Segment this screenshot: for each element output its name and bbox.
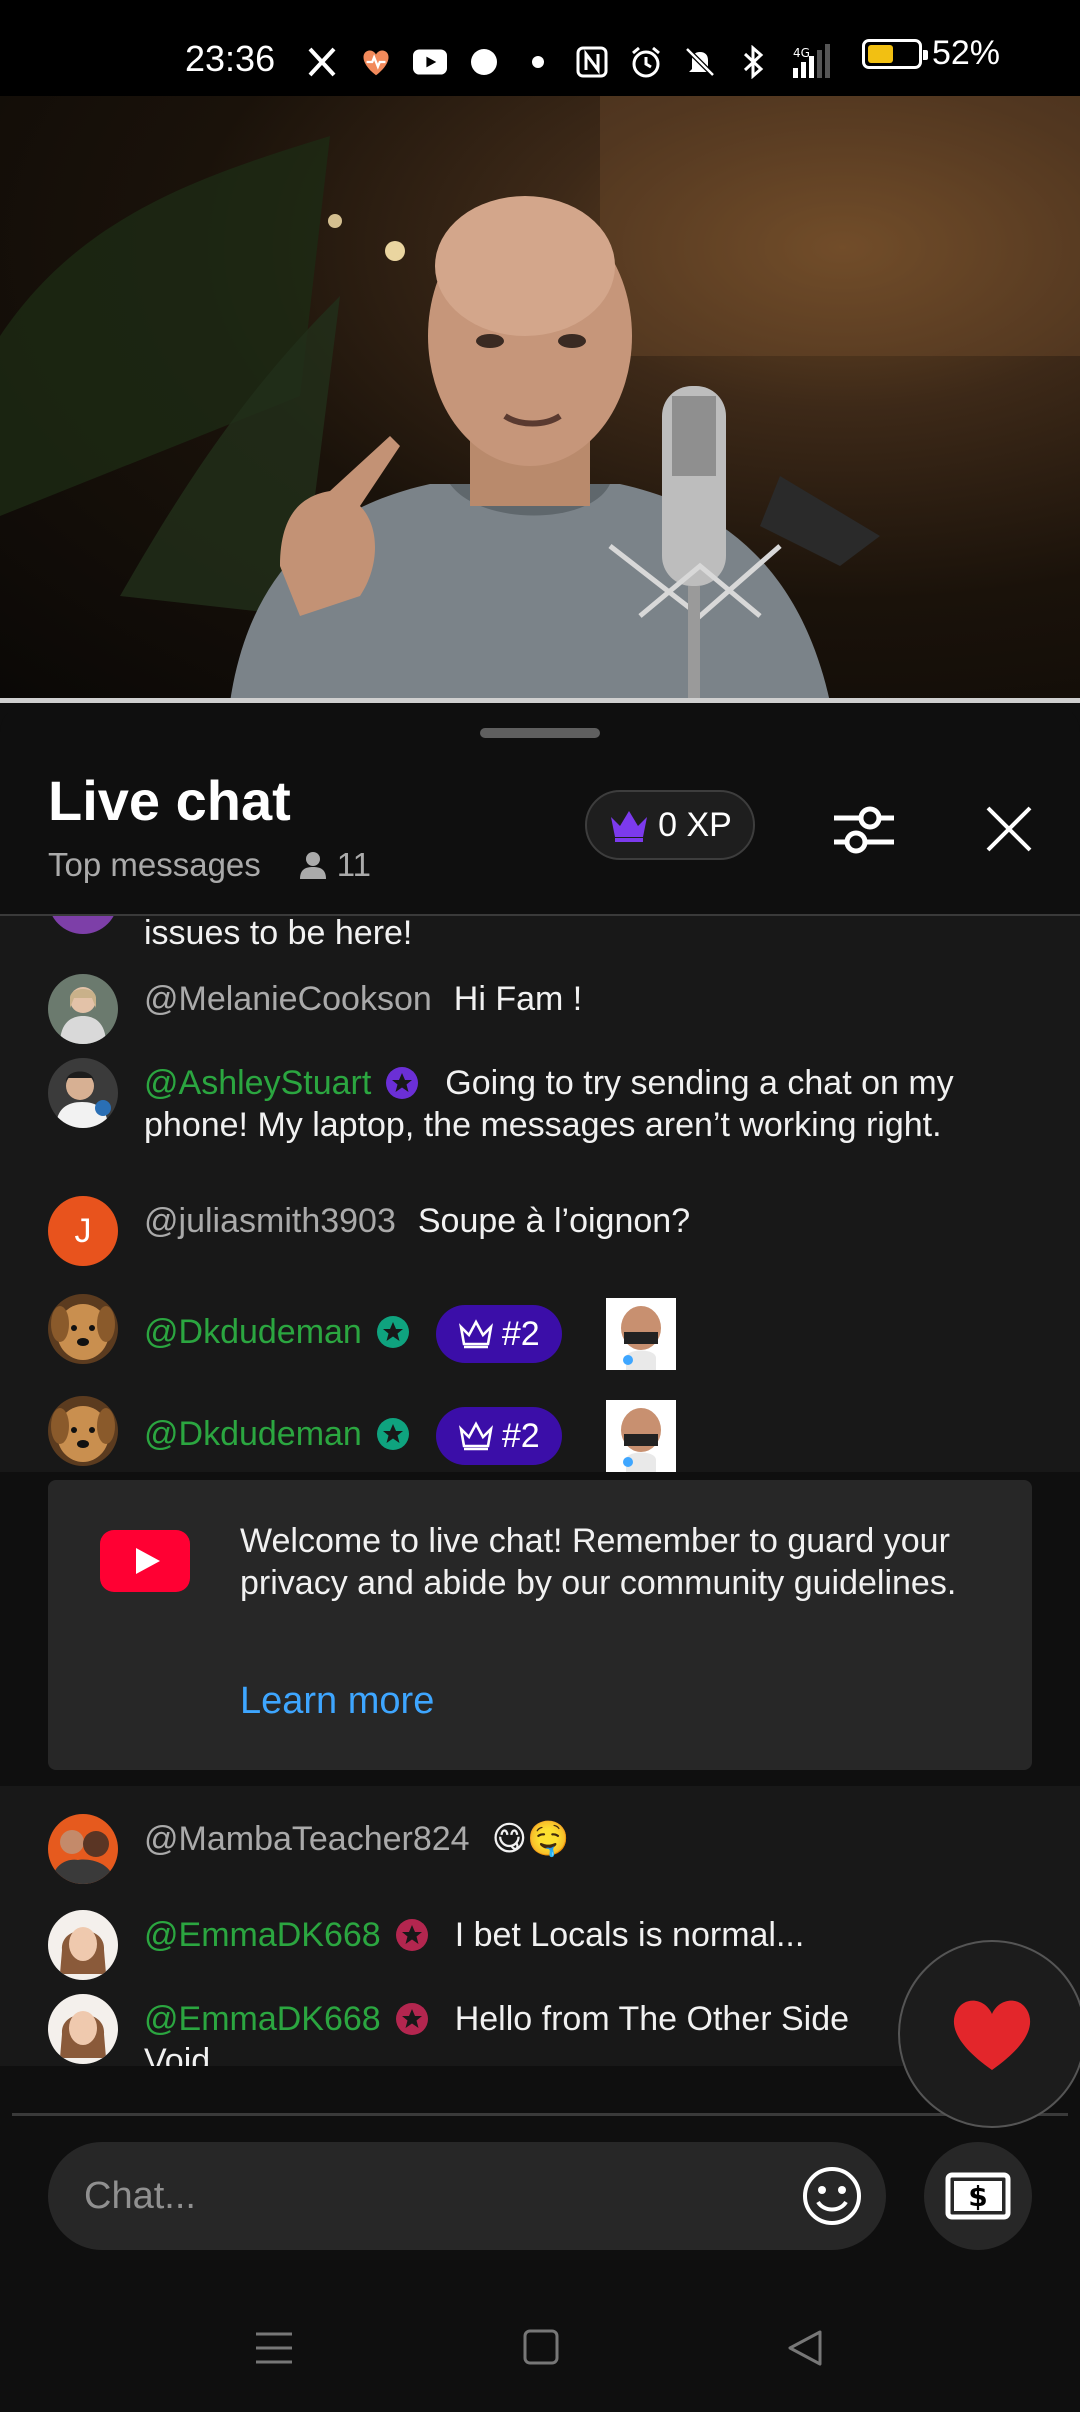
rank-label: #2: [501, 1315, 540, 1353]
crown-icon: [458, 1319, 493, 1349]
money-icon: $: [945, 2172, 1011, 2220]
message-author[interactable]: @MambaTeacher824: [144, 1820, 470, 1858]
chat-mode-selector[interactable]: Top messages 11: [48, 846, 371, 884]
learn-more-link[interactable]: Learn more: [240, 1680, 434, 1723]
video-progress-bar[interactable]: [0, 698, 1080, 703]
welcome-text: Welcome to live chat! Remember to guard …: [240, 1522, 957, 1602]
message-author[interactable]: @Dkdudeman: [144, 1415, 362, 1453]
avatar[interactable]: [48, 1814, 118, 1884]
status-time: 23:36: [185, 38, 276, 79]
heart-icon: [359, 45, 393, 79]
svg-text:$: $: [968, 2180, 987, 2213]
avatar[interactable]: [48, 1396, 118, 1466]
message-text: Hello from The Other Side: [454, 2000, 850, 2038]
close-icon[interactable]: [978, 798, 1040, 860]
battery-icon: [861, 38, 928, 69]
rank-badge[interactable]: #2: [435, 1305, 562, 1363]
message-text-continued: Void: [144, 2042, 211, 2066]
rank-label: #2: [501, 1417, 540, 1455]
crown-icon: [458, 1421, 493, 1451]
member-badge-icon: [376, 1417, 409, 1450]
system-navigation-bar: [0, 2290, 1080, 2412]
list-item: @Dkdudeman #2: [48, 1396, 1032, 1472]
message-text: Soupe à l’oignon?: [417, 1202, 691, 1240]
drag-handle[interactable]: [480, 728, 600, 738]
circle-icon: [467, 45, 501, 79]
message-text: issues to be here!: [144, 916, 413, 952]
x-icon: [305, 45, 339, 79]
message-author[interactable]: @EmmaDK668: [144, 2000, 381, 2038]
viewer-count-value: 11: [336, 846, 372, 883]
message-text: I bet Locals is normal...: [454, 1916, 805, 1954]
list-item: issues to be here!: [48, 916, 1032, 954]
battery-area: 52%: [861, 34, 1000, 73]
member-badge-icon: [395, 2003, 428, 2035]
message-author[interactable]: @MelanieCookson: [144, 980, 432, 1018]
video-frame: [0, 96, 1080, 702]
list-item: J @juliasmith3903 Soupe à l’oignon?: [48, 1196, 1032, 1266]
chat-input-placeholder: Chat...: [84, 2175, 196, 2217]
sticker-image: [605, 1400, 676, 1472]
avatar[interactable]: [48, 1910, 118, 1980]
list-item: @MelanieCookson Hi Fam !: [48, 974, 1032, 1044]
battery-fill: [867, 44, 893, 63]
avatar[interactable]: J: [48, 1196, 118, 1266]
avatar[interactable]: [48, 1994, 118, 2064]
back-icon[interactable]: [786, 2328, 824, 2368]
member-badge-icon: [386, 1067, 419, 1099]
youtube-icon: [413, 45, 447, 79]
avatar[interactable]: [48, 974, 118, 1044]
input-divider: [12, 2113, 1068, 2116]
crown-icon: [611, 811, 648, 842]
home-icon[interactable]: [522, 2328, 560, 2366]
message-author[interactable]: @EmmaDK668: [144, 1916, 381, 1954]
super-chat-button[interactable]: $: [924, 2142, 1032, 2250]
youtube-logo-icon: [100, 1530, 190, 1592]
chat-mode-label: Top messages: [48, 846, 261, 883]
video-player[interactable]: [0, 96, 1080, 702]
menu-icon[interactable]: [254, 2328, 294, 2368]
member-badge-icon: [395, 1919, 428, 1951]
list-item: @MambaTeacher824 😋🤤: [48, 1814, 1032, 1884]
member-badge-icon: [376, 1315, 409, 1348]
heart-icon: [953, 2000, 1031, 2070]
filter-icon[interactable]: [830, 796, 898, 864]
chat-title: Live chat: [48, 769, 291, 832]
xp-label: 0 XP: [658, 805, 732, 844]
person-icon: [299, 852, 326, 879]
emoji-icon[interactable]: [800, 2164, 864, 2228]
bluetooth-icon: [737, 45, 771, 79]
rank-badge[interactable]: #2: [435, 1407, 562, 1465]
battery-percent: 52%: [931, 34, 1000, 72]
status-icons: 4G: [305, 38, 847, 86]
list-item: @Dkdudeman #2: [48, 1294, 1032, 1370]
chat-input[interactable]: Chat...: [48, 2142, 886, 2250]
list-item: @EmmaDK668 I bet Locals is normal...: [48, 1910, 1032, 1980]
viewer-count: 11: [297, 846, 371, 884]
message-author[interactable]: @juliasmith3903: [144, 1202, 396, 1240]
xp-button[interactable]: 0 XP: [585, 790, 755, 860]
chat-message-list[interactable]: issues to be here! @MelanieCookson Hi Fam…: [0, 916, 1080, 2066]
list-item: @EmmaDK668 Hello from The Other Side Void: [48, 1994, 1032, 2066]
welcome-banner: Welcome to live chat! Remember to guard …: [48, 1480, 1032, 1770]
signal-4g-icon: 4G: [791, 44, 847, 79]
message-author[interactable]: @AshleyStuart: [144, 1064, 371, 1102]
list-item: @AshleyStuart Going to try sending a chat…: [48, 1058, 1032, 1146]
message-author[interactable]: @Dkdudeman: [144, 1313, 362, 1351]
message-text: Hi Fam !: [453, 980, 583, 1018]
sticker-image: [605, 1298, 676, 1370]
avatar[interactable]: [48, 1058, 118, 1128]
avatar[interactable]: [48, 1294, 118, 1364]
avatar: [48, 916, 118, 934]
alarm-icon: [629, 45, 663, 79]
signal-label: 4G: [793, 46, 810, 60]
dot-icon: [521, 45, 555, 79]
mute-icon: [683, 45, 717, 79]
nfc-icon: [575, 45, 609, 79]
reaction-button[interactable]: [898, 1940, 1080, 2128]
message-text: 😋🤤: [491, 1820, 570, 1858]
status-bar: 23:36 4G 52%: [0, 0, 1080, 96]
